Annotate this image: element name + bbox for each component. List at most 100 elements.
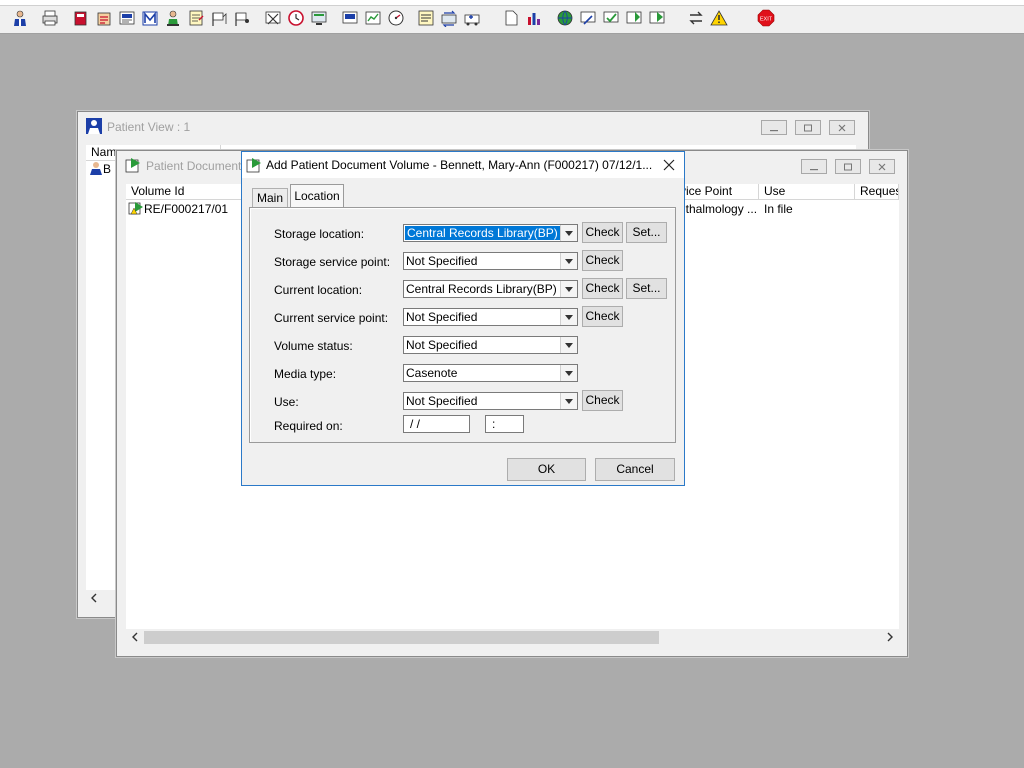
scissors-icon[interactable] [263,8,283,28]
required-on-time-field[interactable]: : [485,415,524,433]
storage-service-point-select[interactable]: Not Specified [403,252,578,270]
volume-status-label: Volume status: [274,339,353,353]
chevron-down-icon[interactable] [560,225,577,241]
cancel-button[interactable]: Cancel [595,458,675,481]
chevron-down-icon[interactable] [560,337,577,353]
current-location-set-button[interactable]: Set... [626,278,667,299]
chart-icon[interactable] [363,8,383,28]
chevron-down-icon[interactable] [560,393,577,409]
volume-warning-icon [128,202,144,216]
monitor-icon[interactable] [309,8,329,28]
flag-icon[interactable] [209,8,229,28]
flag-icon[interactable] [232,8,252,28]
storage-location-select[interactable]: Central Records Library(BP) [403,224,578,242]
refresh-icon[interactable] [624,8,644,28]
tab-location[interactable]: Location [290,184,344,208]
patient-row-icon [89,162,103,176]
current-location-value: Central Records Library(BP) [406,282,557,296]
column-header-requested[interactable]: Reques [855,184,899,200]
chevron-down-icon[interactable] [560,309,577,325]
storage-location-value: Central Records Library(BP) [405,226,560,240]
patient-view-titlebar[interactable]: Patient View : 1 [78,112,868,140]
dialog-close-icon[interactable] [660,157,678,173]
column-header-volume-id[interactable]: Volume Id [126,184,242,200]
chevron-down-icon[interactable] [560,365,577,381]
page-icon[interactable] [501,8,521,28]
use-check-button[interactable]: Check [582,390,623,411]
bar-chart-icon[interactable] [524,8,544,28]
ok-button[interactable]: OK [507,458,586,481]
current-location-label: Current location: [274,283,363,297]
chevron-down-icon[interactable] [560,253,577,269]
dialog-titlebar[interactable]: Add Patient Document Volume - Bennett, M… [242,152,684,178]
exit-icon[interactable]: EXIT [756,8,776,28]
edit-icon[interactable] [578,8,598,28]
scroll-thumb[interactable] [144,631,659,644]
storage-location-set-button[interactable]: Set... [626,222,667,243]
media-type-select[interactable]: Casenote [403,364,578,382]
warning-icon[interactable] [709,8,729,28]
maximize-button[interactable] [835,159,861,174]
mail-icon[interactable] [140,8,160,28]
current-service-point-check-button[interactable]: Check [582,306,623,327]
column-header-service-point[interactable]: vice Point [675,184,759,200]
close-button[interactable] [869,159,895,174]
storage-service-point-value: Not Specified [406,254,478,268]
chevron-down-icon[interactable] [560,281,577,297]
location-tab-panel: Storage location: Central Records Librar… [249,207,676,443]
scroll-right-arrow-icon[interactable] [884,631,896,646]
clock-icon[interactable] [286,8,306,28]
patient-view-title: Patient View : 1 [107,120,191,134]
patient-row[interactable]: B [89,161,111,176]
storage-service-point-check-button[interactable]: Check [582,250,623,271]
screen-icon[interactable] [340,8,360,28]
minimize-button[interactable] [761,120,787,135]
ambulance-icon[interactable] [462,8,482,28]
current-service-point-value: Not Specified [406,310,478,324]
patient-view-icon [86,118,102,134]
current-location-select[interactable]: Central Records Library(BP) [403,280,578,298]
close-button[interactable] [829,120,855,135]
patient-document-title: Patient Document [146,159,242,173]
current-service-point-select[interactable]: Not Specified [403,308,578,326]
storage-service-point-label: Storage service point: [274,255,391,269]
required-on-label: Required on: [274,419,343,433]
storage-location-check-button[interactable]: Check [582,222,623,243]
volume-id-cell: RE/F000217/01 [144,202,229,216]
use-select[interactable]: Not Specified [403,392,578,410]
volume-status-value: Not Specified [406,338,478,352]
volume-status-select[interactable]: Not Specified [403,336,578,354]
nurse-icon[interactable] [163,8,183,28]
report-icon[interactable] [117,8,137,28]
green-check-icon[interactable] [647,8,667,28]
dialog-icon [246,157,262,176]
column-header-use[interactable]: Use [759,184,855,200]
patient-icon[interactable] [10,8,30,28]
clipboard-icon[interactable] [94,8,114,28]
use-label: Use: [274,395,299,409]
notes-icon[interactable] [186,8,206,28]
service-point-cell: nthalmology ... [679,202,758,216]
table-row[interactable]: RE/F000217/01 [128,201,228,216]
tab-main[interactable]: Main [252,188,288,207]
print-icon[interactable] [40,8,60,28]
current-service-point-label: Current service point: [274,311,389,325]
transfer-icon[interactable] [439,8,459,28]
check-icon[interactable] [601,8,621,28]
storage-location-label: Storage location: [274,227,365,241]
use-cell: In file [764,202,793,216]
globe-icon[interactable] [555,8,575,28]
swap-icon[interactable] [686,8,706,28]
scroll-left-arrow-icon[interactable] [129,631,141,646]
patient-view-scroll-left[interactable] [86,590,116,607]
current-location-check-button[interactable]: Check [582,278,623,299]
minimize-button[interactable] [801,159,827,174]
book-icon[interactable] [71,8,91,28]
required-on-date-field[interactable]: / / [403,415,470,433]
maximize-button[interactable] [795,120,821,135]
memo-icon[interactable] [416,8,436,28]
main-toolbar: EXIT [0,0,1024,34]
horizontal-scrollbar[interactable] [126,629,899,646]
timer-icon[interactable] [386,8,406,28]
patient-document-icon [125,157,141,173]
